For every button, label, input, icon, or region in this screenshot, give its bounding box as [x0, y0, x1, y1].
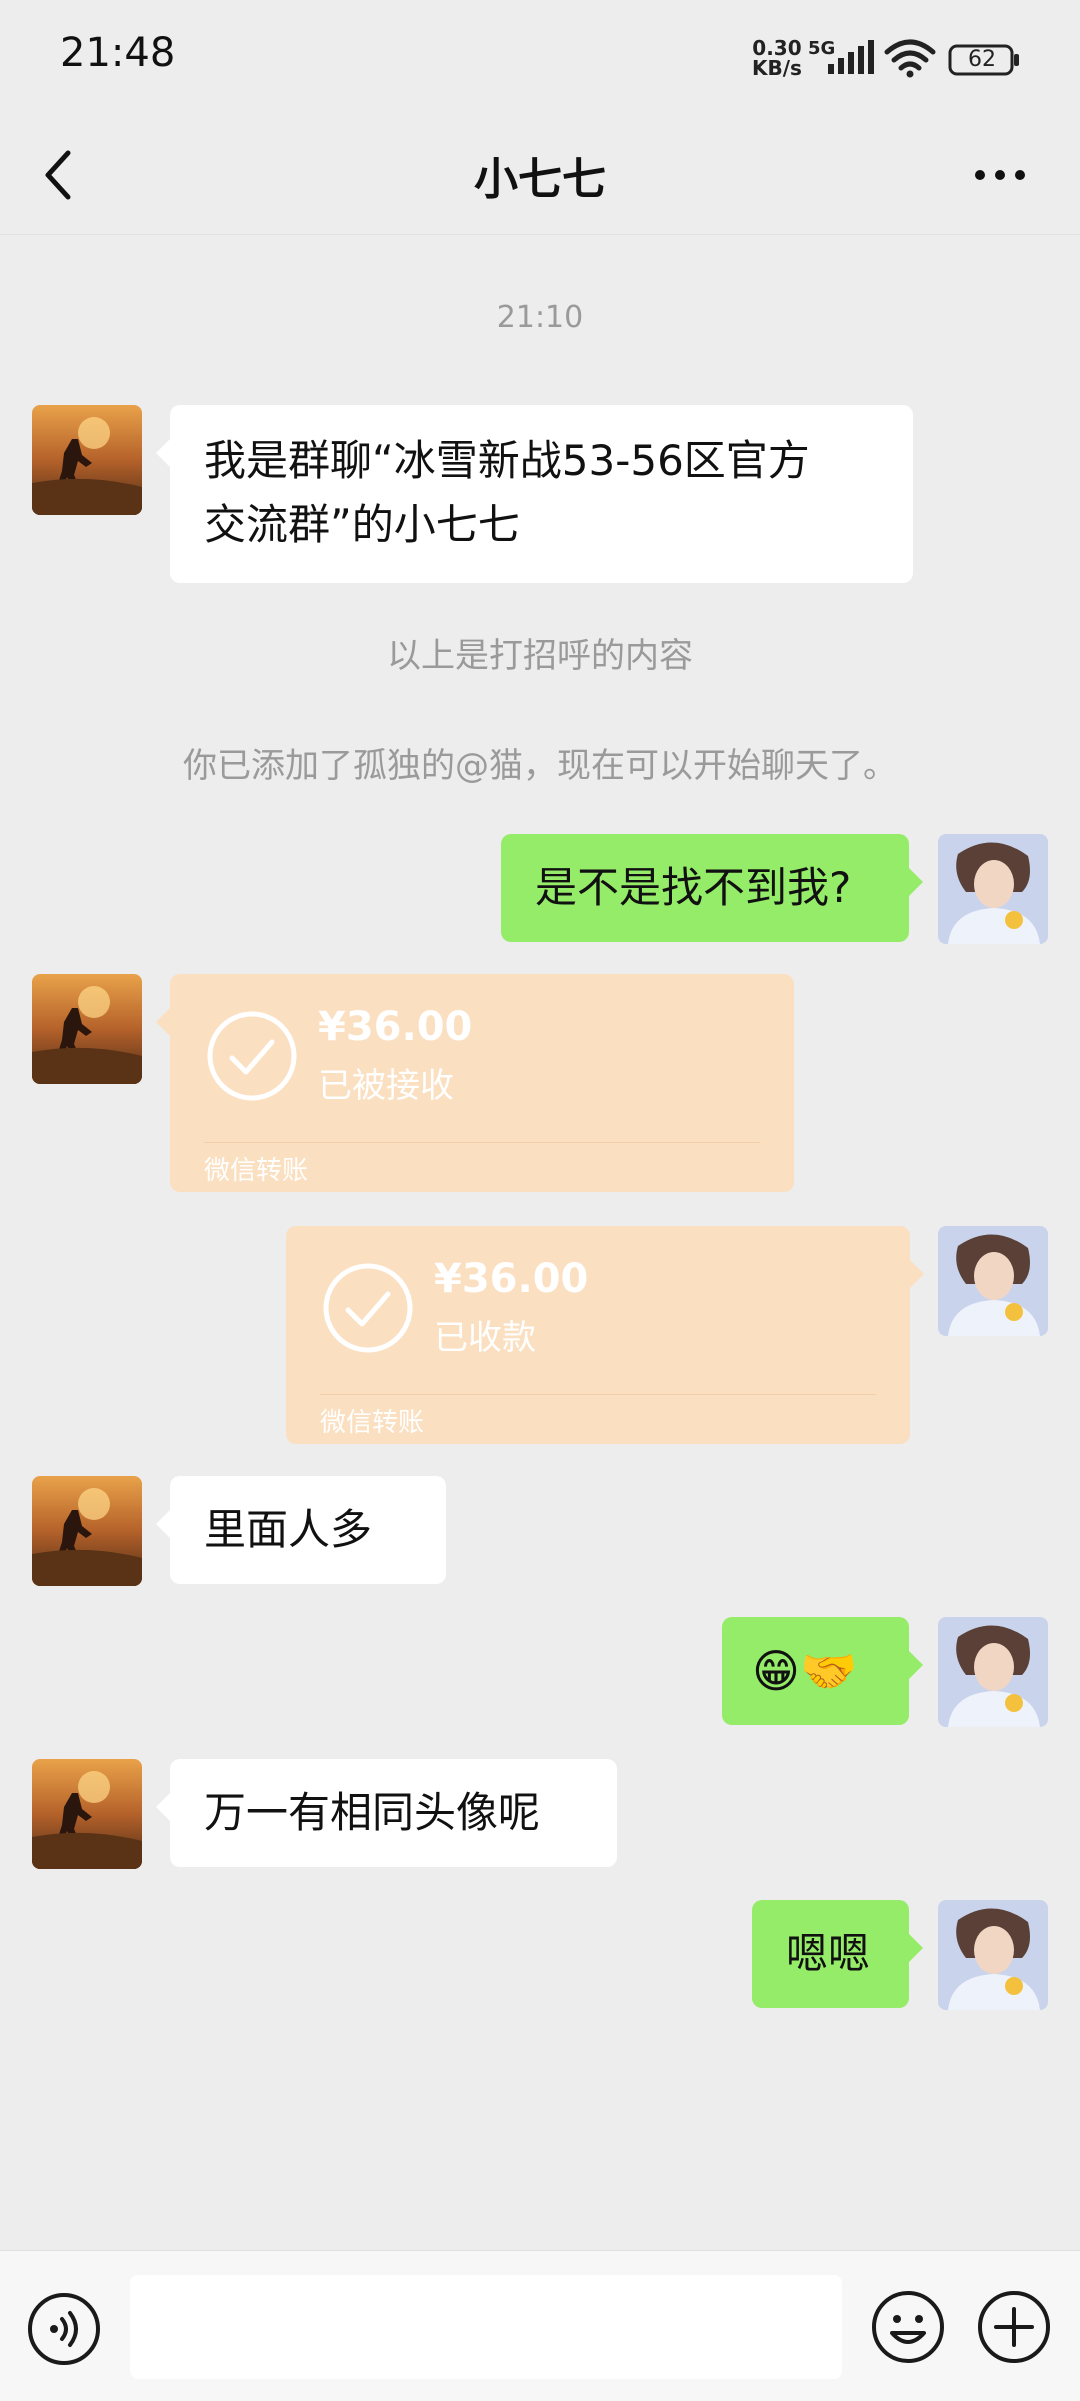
signal-icon — [828, 40, 874, 74]
plus-icon[interactable] — [976, 2289, 1052, 2365]
input-bar — [0, 2250, 1080, 2401]
message-bubble-contact[interactable]: 里面人多 — [156, 1476, 446, 1584]
greeting-line-1: 我是群聊“冰雪新战53-56区官方 — [204, 436, 810, 485]
wifi-icon — [884, 39, 936, 78]
check-circle-icon — [323, 1263, 413, 1353]
status-bar: 21:48 0.30 KB/s 5G 62 — [0, 0, 1080, 115]
transfer-card-received[interactable]: ¥36.00 已被接收 微信转账 — [156, 974, 794, 1192]
check-circle-icon — [207, 1011, 297, 1101]
transfer-divider — [204, 1142, 760, 1143]
contact-avatar[interactable] — [32, 1759, 142, 1869]
system-message-greeting-note: 以上是打招呼的内容 — [387, 636, 693, 676]
self-avatar[interactable] — [938, 1226, 1048, 1336]
transfer-status: 已收款 — [434, 1318, 536, 1358]
message-text: 嗯嗯 — [786, 1929, 871, 1978]
chat-title: 小七七 — [474, 154, 606, 205]
self-avatar[interactable] — [938, 1900, 1048, 2010]
message-bubble-self[interactable]: 😁🤝 — [722, 1617, 923, 1725]
transfer-divider — [320, 1394, 876, 1395]
message-input[interactable] — [130, 2275, 842, 2379]
transfer-label: 微信转账 — [320, 1408, 425, 1438]
message-bubble-self[interactable]: 嗯嗯 — [752, 1900, 923, 2008]
message-bubble-contact[interactable]: 万一有相同头像呢 — [156, 1759, 617, 1867]
network-speed-value: 0.30 — [752, 36, 802, 60]
voice-icon[interactable] — [26, 2291, 102, 2367]
self-avatar[interactable] — [938, 834, 1048, 944]
message-text: 里面人多 — [204, 1505, 373, 1554]
network-speed: 0.30 KB/s — [752, 38, 802, 78]
emoji-icon[interactable] — [870, 2289, 946, 2365]
chat-screen: 21:48 0.30 KB/s 5G 62 小七七 21:10 我是群聊“冰雪新… — [0, 0, 1080, 2401]
self-avatar[interactable] — [938, 1617, 1048, 1727]
contact-avatar[interactable] — [32, 405, 142, 515]
status-time: 21:48 — [60, 30, 176, 76]
message-bubble-greeting[interactable]: 我是群聊“冰雪新战53-56区官方 交流群”的小七七 — [156, 405, 913, 583]
contact-avatar[interactable] — [32, 1476, 142, 1586]
message-text: 是不是找不到我? — [535, 863, 852, 912]
transfer-status: 已被接收 — [318, 1066, 454, 1106]
message-text: 万一有相同头像呢 — [204, 1788, 541, 1837]
chat-timestamp: 21:10 — [496, 300, 584, 335]
transfer-amount: ¥36.00 — [434, 1256, 589, 1302]
message-bubble-self[interactable]: 是不是找不到我? — [501, 834, 923, 942]
transfer-card-collected[interactable]: ¥36.00 已收款 微信转账 — [286, 1226, 924, 1444]
contact-avatar[interactable] — [32, 974, 142, 1084]
transfer-label: 微信转账 — [204, 1156, 309, 1186]
greeting-line-2: 交流群”的小七七 — [204, 500, 520, 549]
transfer-amount: ¥36.00 — [318, 1004, 473, 1050]
battery-level: 62 — [968, 47, 996, 72]
nav-bar: 小七七 — [0, 115, 1080, 235]
network-speed-unit: KB/s — [752, 56, 802, 80]
emoji-message: 😁🤝 — [752, 1644, 858, 1698]
more-dots-icon[interactable] — [972, 153, 1028, 197]
system-message-friend-added: 你已添加了孤独的@猫，现在可以开始聊天了。 — [183, 746, 897, 786]
